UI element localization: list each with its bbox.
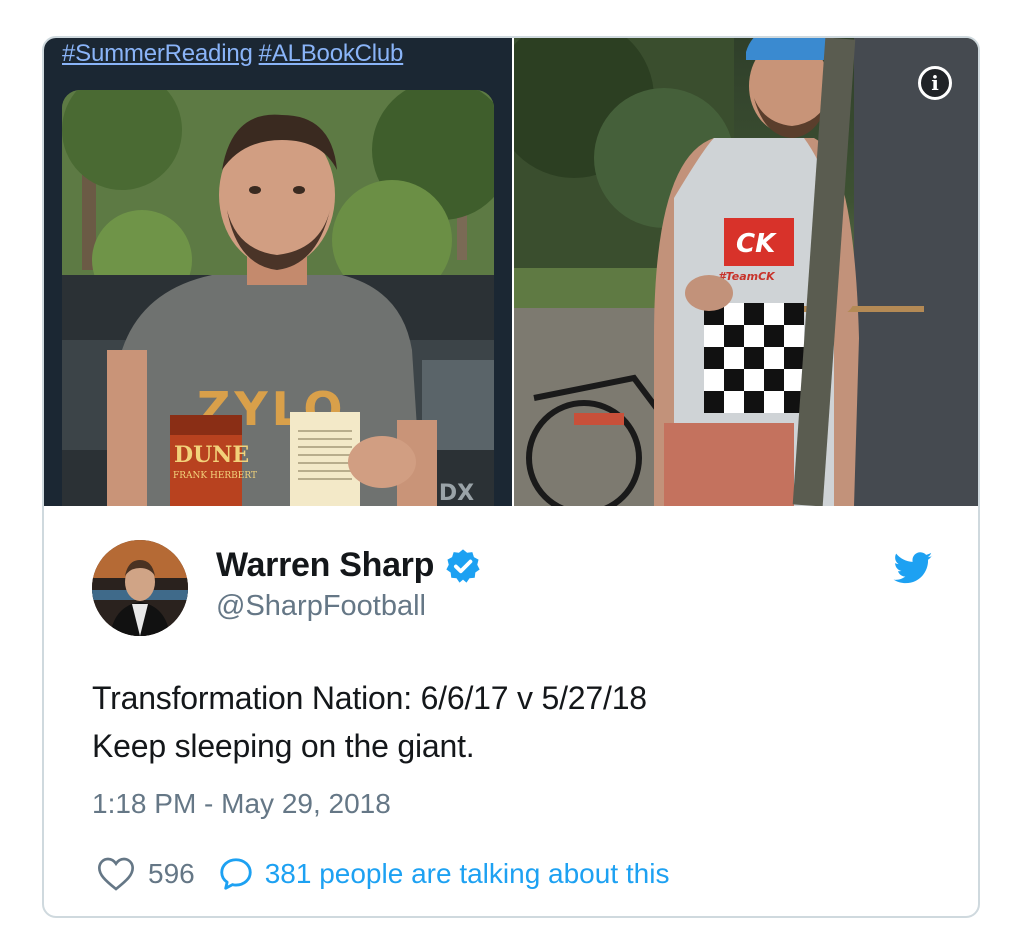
tweet-body: Warren Sharp @SharpFootball Transformati… [44,508,978,916]
author-name[interactable]: Warren Sharp [216,546,434,585]
media-photo-right[interactable]: CK #TeamCK [514,38,978,506]
tweet-media[interactable]: #SummerReading #ALBookClub MDX ZYLO DUNE… [44,38,978,506]
photo-hashtags: #SummerReading #ALBookClub [62,40,409,68]
info-icon[interactable]: i [918,66,952,100]
avatar[interactable] [92,540,188,636]
tweet-text: Transformation Nation: 6/6/17 v 5/27/18 … [92,674,647,770]
tweet-timestamp[interactable]: 1:18 PM - May 29, 2018 [92,788,391,820]
avatar-illustration [92,540,188,636]
media-photo-left[interactable]: #SummerReading #ALBookClub MDX ZYLO DUNE… [44,38,512,506]
tweet-card[interactable]: #SummerReading #ALBookClub MDX ZYLO DUNE… [42,36,980,918]
verified-badge-icon [446,548,480,583]
hashtag-summer-reading: #SummerReading [62,40,253,67]
tweet-actions: 596 381 people are talking about this [96,854,669,894]
checkered-flag [704,303,804,413]
man-with-flag-illustration: CK #TeamCK [514,38,978,506]
hashtag-al-book-club: #ALBookClub [258,40,404,67]
heart-icon[interactable] [96,854,136,894]
tweet-text-line-2: Keep sleeping on the giant. [92,728,475,764]
book-author: FRANK HERBERT [173,471,257,481]
inner-photo: MDX ZYLO DUNE FRANK HERBERT [62,90,494,506]
shirt-logo: CK [736,229,777,259]
man-with-book-illustration: MDX ZYLO DUNE FRANK HERBERT [62,90,494,506]
reply-bubble-icon[interactable] [217,855,255,893]
like-count: 596 [148,858,195,889]
twitter-bird-icon[interactable] [892,548,934,590]
author-name-row: Warren Sharp [216,546,482,585]
tweet-text-line-1: Transformation Nation: 6/6/17 v 5/27/18 [92,680,647,716]
talking-about-link[interactable]: 381 people are talking about this [265,858,670,890]
book-title: DUNE [174,442,249,468]
author-handle[interactable]: @SharpFootball [216,590,426,623]
